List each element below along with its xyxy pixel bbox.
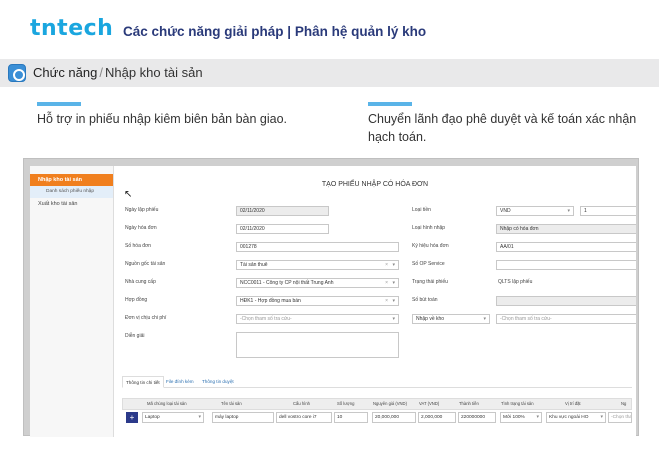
label-loai-hinh: Loại hình nhập [412, 225, 446, 231]
sidebar-item-nhap-kho[interactable]: Nhập kho tài sản [30, 174, 113, 186]
tntech-logo: tntech [30, 16, 114, 41]
breadcrumb-current: Nhập kho tài sản [104, 65, 203, 80]
don-vi-select[interactable]: -Chọn tham số tra cứu- [236, 314, 399, 324]
column-header[interactable]: VAT (VND) [419, 399, 439, 409]
slide-header: tntech Các chức năng giải pháp | Phân hệ… [0, 0, 659, 58]
ty-gia-field[interactable]: 1 [580, 206, 636, 216]
sidebar-item-xuat-kho[interactable]: Xuất kho tài sản [30, 198, 113, 210]
label-ngay-lap: Ngày lập phiếu [125, 207, 159, 213]
hop-dong-value: HĐK1 - Hợp đồng mua bán [240, 298, 301, 304]
cell-cau-hinh[interactable]: dell vostro core i7 [276, 412, 332, 423]
column-header[interactable]: Vị trí đặt [565, 399, 581, 409]
note-approval: Chuyển lãnh đạo phê duyệt và kế toán xác… [368, 102, 638, 146]
table-header: Mã chủng loại tài sản Tên tài sản Cấu hì… [122, 398, 632, 410]
note-print-text: Hỗ trợ in phiếu nhập kiêm biên bản bàn g… [37, 112, 288, 126]
add-row-button[interactable]: + [126, 412, 138, 423]
slide-title: Các chức năng giải pháp | Phân hệ quản l… [123, 24, 427, 39]
ncc-value: NCC0011 - Công ty CP nội thất Trung Anh [240, 280, 334, 286]
sidebar-subitem-danh-sach[interactable]: Danh sách phiếu nhập [30, 186, 113, 198]
nguon-goc-value: Tài sản thuê [240, 262, 268, 268]
cell-thanh-tien[interactable]: 220000000 [458, 412, 496, 423]
table-row: + Laptop máy laptop dell vostro core i7 … [122, 411, 632, 425]
app-window: Nhập kho tài sản Danh sách phiếu nhập Xu… [30, 166, 636, 437]
column-header[interactable]: Cấu hình [293, 399, 310, 409]
clear-icon[interactable]: × [385, 279, 388, 287]
ngay-lap-field[interactable]: 02/11/2020 [236, 206, 329, 216]
label-dien-giai: Diễn giải [125, 333, 145, 339]
note-accent-bar [37, 102, 81, 106]
label-don-vi: Đơn vị chịu chi phí [125, 315, 167, 321]
clear-icon[interactable]: × [385, 297, 388, 305]
gear-icon [8, 64, 26, 82]
label-ky-hieu: Ký hiệu hóa đơn [412, 243, 449, 249]
cell-so-luong[interactable]: 10 [334, 412, 368, 423]
column-header[interactable]: Thành tiền [459, 399, 479, 409]
loai-hinh-select[interactable]: Nhập có hóa đơn [496, 224, 636, 234]
breadcrumb-separator: / [99, 65, 103, 80]
label-nguon-goc: Nguồn gốc tài sản [125, 261, 166, 267]
column-header[interactable]: Mã chủng loại tài sản [147, 399, 187, 409]
cell-vat[interactable]: 2,000,000 [418, 412, 456, 423]
ncc-select[interactable]: NCC0011 - Công ty CP nội thất Trung Anh × [236, 278, 399, 288]
hop-dong-select[interactable]: HĐK1 - Hợp đồng mua bán × [236, 296, 399, 306]
cell-tinh-trang[interactable]: Mới 100% [500, 412, 542, 423]
label-ngay-hd: Ngày hóa đơn [125, 225, 157, 231]
trang-thai-value: QLTS lập phiếu [498, 279, 533, 285]
loai-tien-select[interactable]: VND [496, 206, 574, 216]
note-print: Hỗ trợ in phiếu nhập kiêm biên bản bàn g… [37, 102, 337, 128]
label-so-but-toan: Số bút toán [412, 297, 438, 303]
column-header[interactable]: Tình trạng tài sản [501, 399, 534, 409]
breadcrumb: Chức năng / Nhập kho tài sản [0, 59, 659, 87]
form-area: ↖ TẠO PHIẾU NHẬP CÓ HÓA ĐƠN Ngày lập phi… [114, 166, 636, 437]
label-hop-dong: Hợp đồng [125, 297, 148, 303]
mouse-cursor-icon: ↖ [124, 189, 133, 200]
label-so-hd: Số hóa đơn [125, 243, 152, 249]
label-loai-tien: Loại tiền [412, 207, 431, 213]
cell-ten-tai-san[interactable]: máy laptop [212, 412, 274, 423]
dien-giai-textarea[interactable] [236, 332, 399, 358]
detail-tabs: Thông tin chi tiết File đính kèm Thông t… [122, 376, 632, 388]
so-but-toan-field[interactable] [496, 296, 636, 306]
cell-nguyen-gia[interactable]: 20,000,000 [372, 412, 416, 423]
column-header[interactable]: Số lượng [337, 399, 354, 409]
label-trang-thai: Trạng thái phiếu [412, 279, 448, 285]
label-ncc: Nhà cung cấp [125, 279, 156, 285]
so-op-field[interactable] [496, 260, 636, 270]
ky-hieu-field[interactable]: AA/01 [496, 242, 636, 252]
sidebar: Nhập kho tài sản Danh sách phiếu nhập Xu… [30, 166, 114, 437]
kho-select[interactable]: -Chọn tham số tra cứu- [496, 314, 636, 324]
note-approval-text: Chuyển lãnh đạo phê duyệt và kế toán xác… [368, 112, 637, 144]
so-hd-field[interactable]: 001278 [236, 242, 399, 252]
label-so-op: Số OP Service [412, 261, 445, 267]
tab-thong-tin-duyet[interactable]: Thông tin duyệt [202, 376, 234, 388]
app-screenshot: Nhập kho tài sản Danh sách phiếu nhập Xu… [23, 158, 639, 437]
column-header[interactable]: Ng [621, 399, 626, 409]
note-accent-bar [368, 102, 412, 106]
nhap-ve-kho-select[interactable]: Nhập về kho [412, 314, 490, 324]
nguon-goc-select[interactable]: Tài sản thuê × [236, 260, 399, 270]
cell-ng[interactable]: -Chọn tha [608, 412, 632, 423]
breadcrumb-text: Chức năng / Nhập kho tài sản [33, 65, 203, 80]
breadcrumb-parent: Chức năng [33, 65, 98, 80]
form-title: TẠO PHIẾU NHẬP CÓ HÓA ĐƠN [321, 181, 429, 188]
column-header[interactable]: Tên tài sản [221, 399, 242, 409]
cell-loai-tai-san[interactable]: Laptop [142, 412, 204, 423]
tab-file-dinh-kem[interactable]: File đính kèm [166, 376, 194, 388]
tab-thong-tin-chi-tiet[interactable]: Thông tin chi tiết [122, 376, 164, 388]
ngay-hd-field[interactable]: 02/11/2020 [236, 224, 329, 234]
cell-vi-tri[interactable]: Khu vực ngoài HO [546, 412, 606, 423]
clear-icon[interactable]: × [385, 261, 388, 269]
column-header[interactable]: Nguyên giá (VND) [373, 399, 407, 409]
